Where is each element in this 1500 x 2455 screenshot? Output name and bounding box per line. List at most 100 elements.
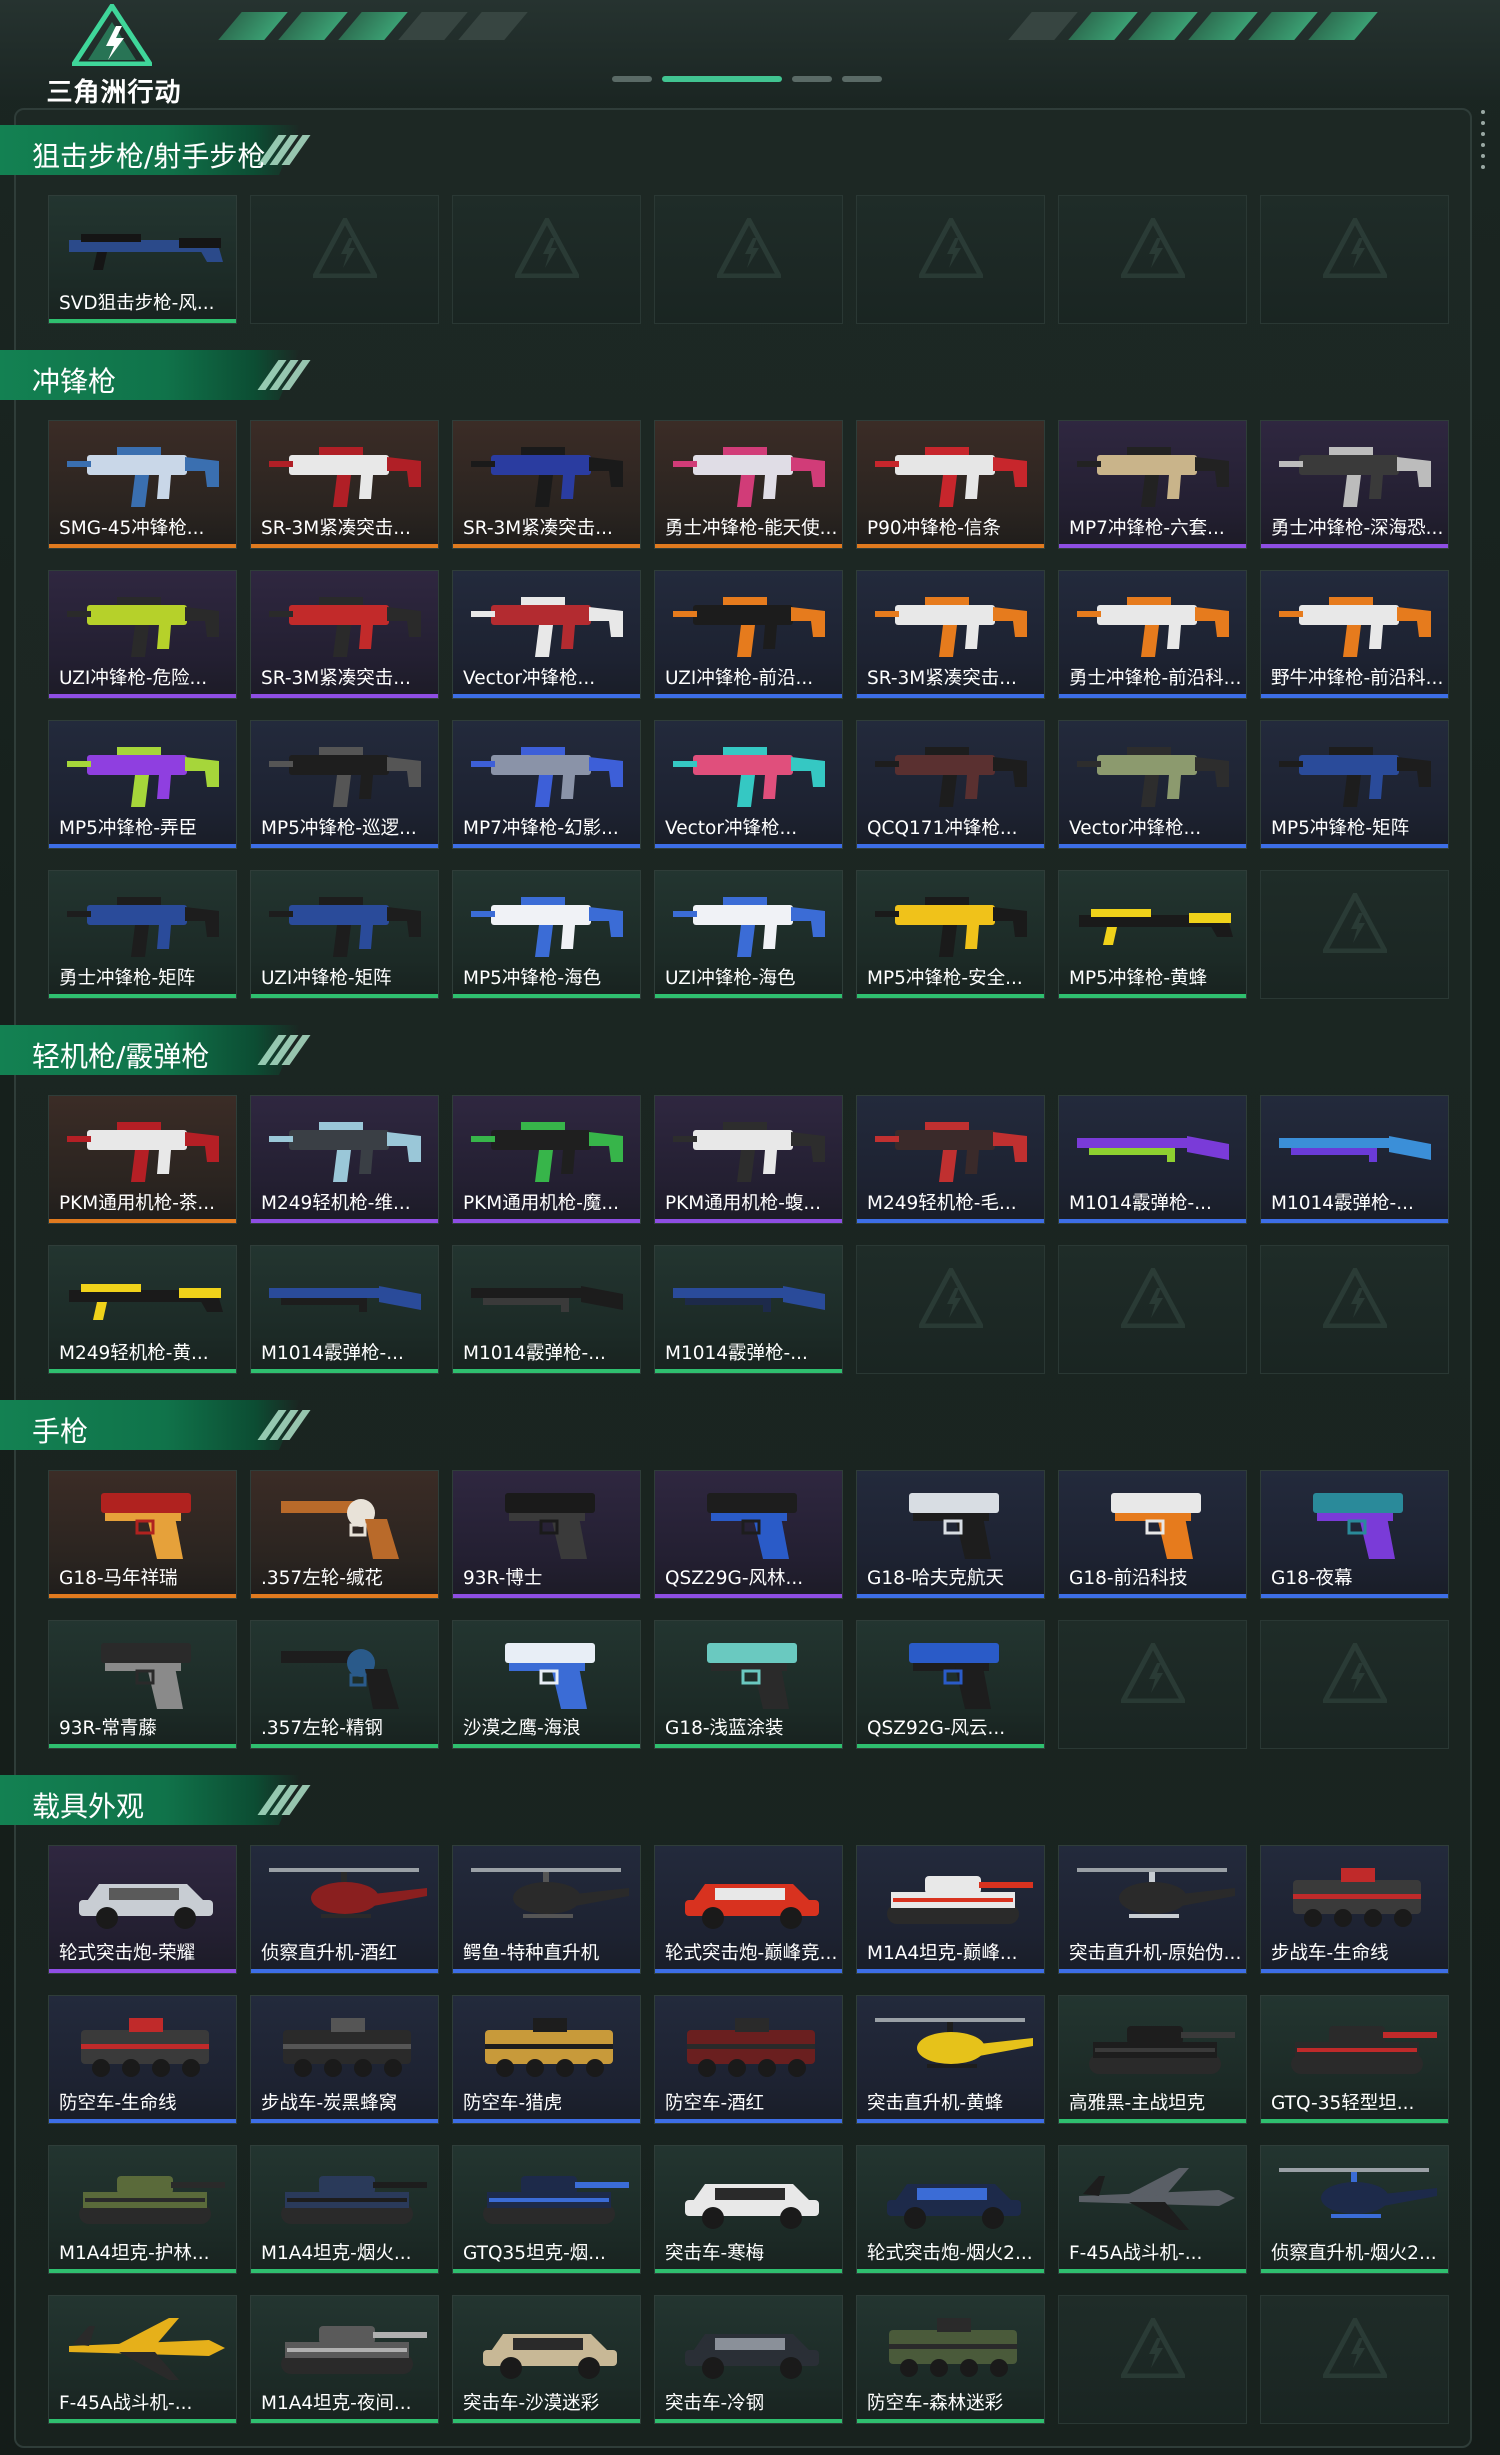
rarity-bar: [655, 1219, 842, 1223]
weapon-image: [673, 1286, 825, 1312]
item-card[interactable]: QSZ29G-风林...: [654, 1470, 843, 1599]
rarity-bar: [49, 994, 236, 998]
item-card[interactable]: SR-3M紧凑突击...: [250, 570, 439, 699]
item-card[interactable]: SVD狙击步枪-风...: [48, 195, 237, 324]
item-card[interactable]: M1A4坦克-夜间...: [250, 2295, 439, 2424]
item-name: MP7冲锋枪-幻影...: [463, 818, 619, 839]
item-card[interactable]: 93R-博士: [452, 1470, 641, 1599]
item-card[interactable]: 勇士冲锋枪-前沿科...: [1058, 570, 1247, 699]
item-name: P90冲锋枪-信条: [867, 518, 1001, 539]
item-card[interactable]: 步战车-生命线: [1260, 1845, 1449, 1974]
item-card[interactable]: SR-3M紧凑突击...: [856, 570, 1045, 699]
item-card[interactable]: PKM通用机枪-魔...: [452, 1095, 641, 1224]
item-card[interactable]: P90冲锋枪-信条: [856, 420, 1045, 549]
item-card[interactable]: UZI冲锋枪-危险...: [48, 570, 237, 699]
item-card[interactable]: MP5冲锋枪-弄臣: [48, 720, 237, 849]
item-card[interactable]: 突击直升机-黄蜂: [856, 1995, 1045, 2124]
item-card[interactable]: 沙漠之鹰-海浪: [452, 1620, 641, 1749]
item-card[interactable]: 勇士冲锋枪-能天使...: [654, 420, 843, 549]
item-card[interactable]: MP5冲锋枪-海色: [452, 870, 641, 999]
item-card[interactable]: M1A4坦克-护林...: [48, 2145, 237, 2274]
section-title-text: 载具外观: [32, 1790, 145, 1823]
item-card[interactable]: M249轻机枪-黄...: [48, 1245, 237, 1374]
item-card[interactable]: M1014霰弹枪-...: [452, 1245, 641, 1374]
item-card[interactable]: 侦察直升机-酒红: [250, 1845, 439, 1974]
item-card[interactable]: M1A4坦克-巅峰...: [856, 1845, 1045, 1974]
item-card[interactable]: UZI冲锋枪-海色: [654, 870, 843, 999]
item-name: G18-浅蓝涂装: [665, 1718, 784, 1739]
item-name: MP5冲锋枪-矩阵: [1271, 818, 1410, 839]
item-name: M249轻机枪-黄...: [59, 1343, 209, 1364]
placeholder-logo-icon: [1320, 2314, 1390, 2379]
item-name: 鳄鱼-特种直升机: [463, 1943, 600, 1964]
placeholder-logo-icon: [1320, 1264, 1390, 1329]
item-card[interactable]: 轮式突击炮-巅峰竞...: [654, 1845, 843, 1974]
item-card[interactable]: MP7冲锋枪-六套...: [1058, 420, 1247, 549]
header-stripe: [1308, 12, 1378, 40]
item-card[interactable]: QCQ171冲锋枪...: [856, 720, 1045, 849]
item-card[interactable]: Vector冲锋枪...: [452, 570, 641, 699]
item-name: .357左轮-精钢: [261, 1718, 383, 1739]
item-card[interactable]: Vector冲锋枪...: [1058, 720, 1247, 849]
item-card[interactable]: 93R-常青藤: [48, 1620, 237, 1749]
item-card[interactable]: M1014霰弹枪-...: [1260, 1095, 1449, 1224]
item-card[interactable]: M249轻机枪-毛...: [856, 1095, 1045, 1224]
item-card[interactable]: G18-马年祥瑞: [48, 1470, 237, 1599]
item-name: .357左轮-缄花: [261, 1568, 383, 1589]
item-card[interactable]: UZI冲锋枪-前沿...: [654, 570, 843, 699]
item-card[interactable]: MP5冲锋枪-黄蜂: [1058, 870, 1247, 999]
item-card[interactable]: QSZ92G-风云...: [856, 1620, 1045, 1749]
item-card[interactable]: SR-3M紧凑突击...: [250, 420, 439, 549]
rarity-bar: [1059, 544, 1246, 548]
item-card[interactable]: G18-哈夫克航天: [856, 1470, 1045, 1599]
item-card[interactable]: 防空车-酒红: [654, 1995, 843, 2124]
item-card[interactable]: 轮式突击炮-荣耀: [48, 1845, 237, 1974]
item-card[interactable]: G18-夜幕: [1260, 1470, 1449, 1599]
item-card[interactable]: G18-前沿科技: [1058, 1470, 1247, 1599]
item-card[interactable]: F-45A战斗机-...: [48, 2295, 237, 2424]
item-card[interactable]: M249轻机枪-维...: [250, 1095, 439, 1224]
item-card[interactable]: PKM通用机枪-茶...: [48, 1095, 237, 1224]
item-card[interactable]: M1014霰弹枪-...: [250, 1245, 439, 1374]
item-card[interactable]: PKM通用机枪-蝮...: [654, 1095, 843, 1224]
item-card[interactable]: 侦察直升机-烟火2...: [1260, 2145, 1449, 2274]
rarity-bar: [49, 1969, 236, 1973]
item-card[interactable]: UZI冲锋枪-矩阵: [250, 870, 439, 999]
item-card[interactable]: M1014霰弹枪-...: [654, 1245, 843, 1374]
item-card[interactable]: 轮式突击炮-烟火2...: [856, 2145, 1045, 2274]
weapon-image: [269, 747, 421, 807]
item-card[interactable]: Vector冲锋枪...: [654, 720, 843, 849]
item-card[interactable]: MP5冲锋枪-巡逻...: [250, 720, 439, 849]
item-card[interactable]: 勇士冲锋枪-深海恐...: [1260, 420, 1449, 549]
item-card[interactable]: G18-浅蓝涂装: [654, 1620, 843, 1749]
item-card[interactable]: GTQ35坦克-烟...: [452, 2145, 641, 2274]
scroll-indicator[interactable]: [1481, 110, 1485, 180]
item-card[interactable]: 突击车-冷钢: [654, 2295, 843, 2424]
item-card[interactable]: 突击车-寒梅: [654, 2145, 843, 2274]
item-card[interactable]: 步战车-炭黑蜂窝: [250, 1995, 439, 2124]
item-card[interactable]: M1A4坦克-烟火...: [250, 2145, 439, 2274]
item-card[interactable]: SMG-45冲锋枪...: [48, 420, 237, 549]
item-card[interactable]: M1014霰弹枪-...: [1058, 1095, 1247, 1224]
item-card[interactable]: 防空车-生命线: [48, 1995, 237, 2124]
item-card[interactable]: GTQ-35轻型坦...: [1260, 1995, 1449, 2124]
item-card[interactable]: 防空车-森林迷彩: [856, 2295, 1045, 2424]
item-card[interactable]: 防空车-猎虎: [452, 1995, 641, 2124]
item-card[interactable]: 突击直升机-原始伪...: [1058, 1845, 1247, 1974]
item-card[interactable]: MP5冲锋枪-矩阵: [1260, 720, 1449, 849]
item-card[interactable]: 突击车-沙漠迷彩: [452, 2295, 641, 2424]
header-stripe: [398, 12, 468, 40]
item-card[interactable]: 野牛冲锋枪-前沿科...: [1260, 570, 1449, 699]
vehicle-image: [687, 2018, 815, 2077]
rarity-bar: [1059, 994, 1246, 998]
item-card[interactable]: .357左轮-缄花: [250, 1470, 439, 1599]
item-card[interactable]: 鳄鱼-特种直升机: [452, 1845, 641, 1974]
item-card[interactable]: F-45A战斗机-...: [1058, 2145, 1247, 2274]
item-card[interactable]: 高雅黑-主战坦克: [1058, 1995, 1247, 2124]
item-card[interactable]: .357左轮-精钢: [250, 1620, 439, 1749]
rarity-bar: [857, 1594, 1044, 1598]
item-card[interactable]: 勇士冲锋枪-矩阵: [48, 870, 237, 999]
item-card[interactable]: SR-3M紧凑突击...: [452, 420, 641, 549]
item-card[interactable]: MP5冲锋枪-安全...: [856, 870, 1045, 999]
item-card[interactable]: MP7冲锋枪-幻影...: [452, 720, 641, 849]
